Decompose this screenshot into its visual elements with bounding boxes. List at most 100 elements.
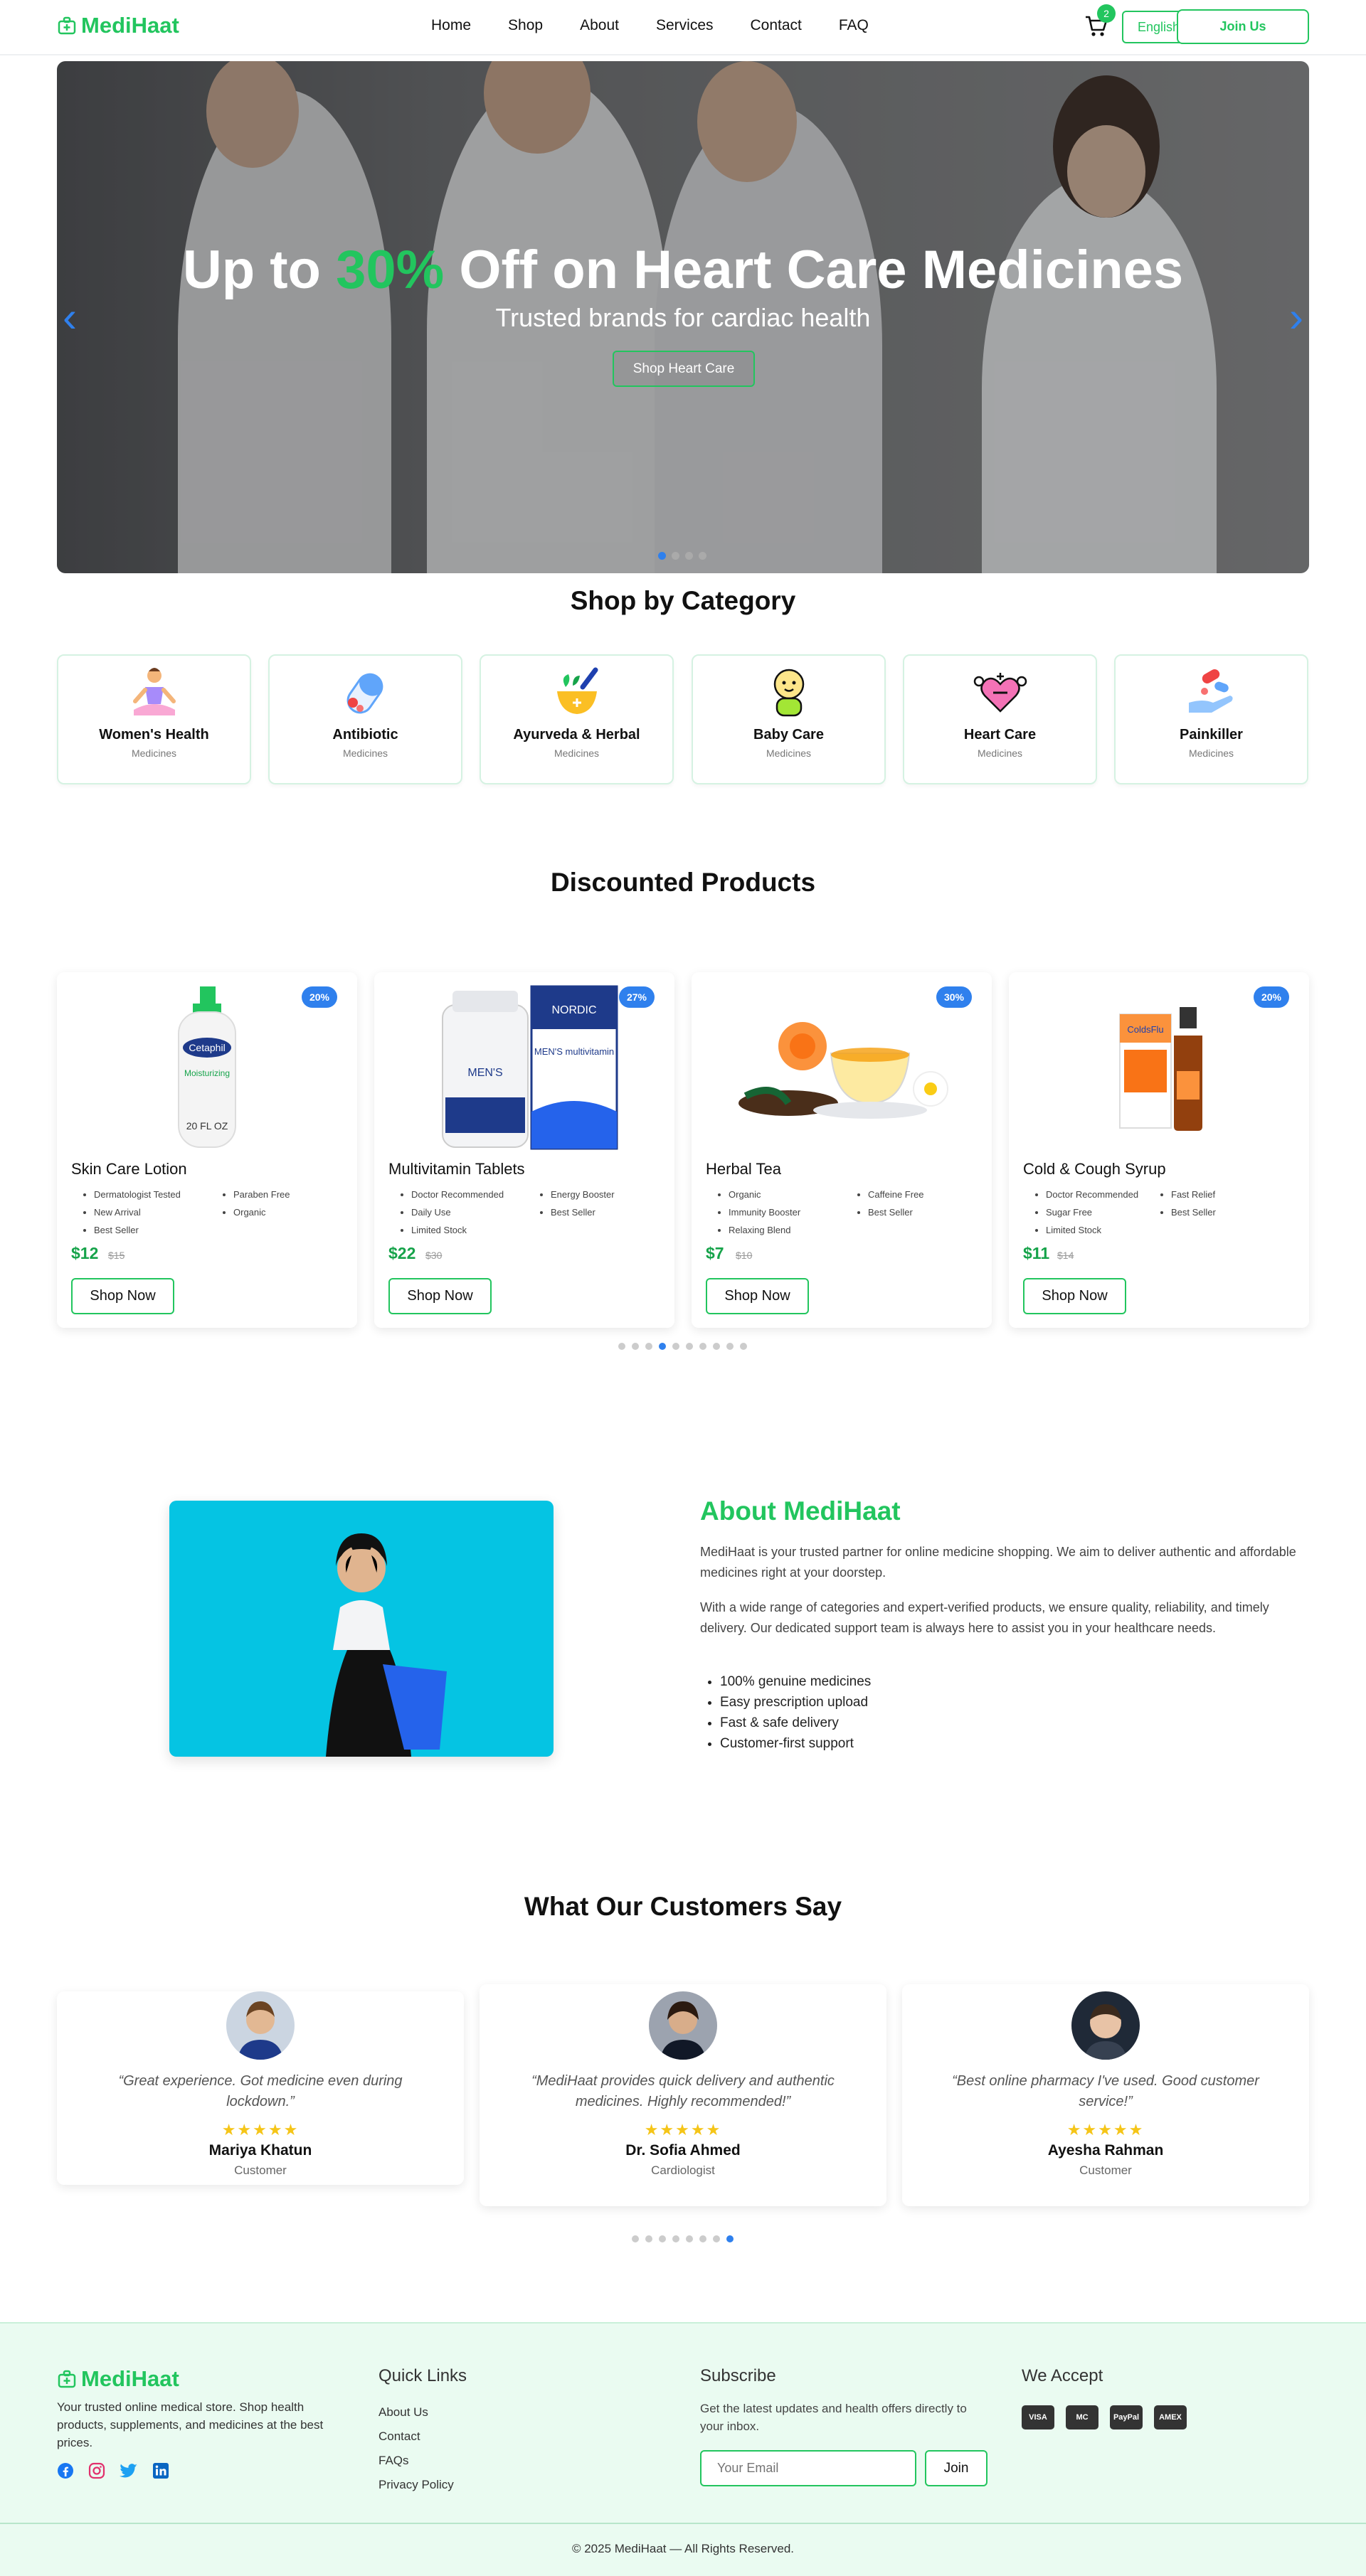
nav-services[interactable]: Services [656, 17, 714, 34]
footer-link-about[interactable]: About Us [378, 2400, 454, 2425]
hero-carousel-dots [658, 552, 706, 560]
carousel-dot[interactable] [685, 552, 693, 560]
nav-faq[interactable]: FAQ [839, 17, 869, 34]
reviewer-name: Dr. Sofia Ahmed [625, 2142, 741, 2159]
product-card: MEN'S NORDIC MEN'S multivitamin 27% Multiv… [374, 972, 674, 1328]
top-navbar: MediHaat Home Shop About Services Contac… [0, 0, 1366, 55]
nav-shop[interactable]: Shop [508, 17, 543, 34]
footer-logo[interactable]: MediHaat [57, 2366, 179, 2392]
feature: New Arrival [94, 1203, 181, 1221]
baby-icon [753, 664, 825, 721]
shop-heart-care-button[interactable]: Shop Heart Care [613, 351, 755, 387]
carousel-dot[interactable] [632, 1343, 639, 1350]
cart-button[interactable]: 2 [1084, 4, 1116, 40]
nav-home[interactable]: Home [431, 17, 471, 34]
feature: Organic [729, 1186, 800, 1203]
medical-bag-icon [58, 16, 76, 35]
brand-name: MediHaat [81, 13, 179, 38]
carousel-dot[interactable] [659, 2235, 666, 2242]
shop-now-button[interactable]: Shop Now [71, 1278, 174, 1314]
join-us-button[interactable]: Join Us [1177, 9, 1309, 44]
feature: Immunity Booster [729, 1203, 800, 1221]
nav-contact[interactable]: Contact [751, 17, 802, 34]
carousel-dot[interactable] [618, 1343, 625, 1350]
carousel-dot[interactable] [645, 2235, 652, 2242]
shop-now-button[interactable]: Shop Now [1023, 1278, 1126, 1314]
category-name: Baby Care [753, 727, 824, 743]
product-image-lotion: Cetaphil Moisturizing 20 FL OZ [71, 982, 343, 1153]
category-card-womens-health[interactable]: Women's Health Medicines [57, 654, 251, 784]
facebook-icon[interactable] [57, 2462, 74, 2479]
footer-link-contact[interactable]: Contact [378, 2425, 454, 2449]
product-price: $12 [71, 1244, 99, 1262]
hand-pill-icon [1176, 664, 1247, 721]
quick-links-list: About Us Contact FAQs Privacy Policy [378, 2400, 454, 2497]
carousel-dot[interactable] [699, 1343, 706, 1350]
product-name: Multivitamin Tablets [388, 1160, 525, 1178]
feature: Energy Booster [551, 1186, 615, 1203]
carousel-dot[interactable] [726, 2235, 734, 2242]
carousel-dot[interactable] [713, 1343, 720, 1350]
about-paragraph-2: With a wide range of categories and expe… [700, 1600, 1269, 1635]
main-menu: Home Shop About Services Contact FAQ [431, 17, 906, 34]
instagram-icon[interactable] [88, 2462, 105, 2479]
product-name: Herbal Tea [706, 1160, 781, 1178]
reviewer-name: Ayesha Rahman [1047, 2142, 1164, 2159]
discount-badge: 30% [936, 986, 972, 1008]
brand-logo[interactable]: MediHaat [57, 13, 179, 38]
linkedin-icon[interactable] [152, 2462, 169, 2479]
lotion-size: 20 FL OZ [186, 1120, 228, 1132]
carousel-dot[interactable] [686, 1343, 693, 1350]
star-rating: ★★★★★ [221, 2121, 300, 2139]
language-value: English [1138, 20, 1180, 34]
category-card-antibiotic[interactable]: Antibiotic Medicines [268, 654, 462, 784]
we-accept-title: We Accept [1022, 2366, 1103, 2385]
category-sub: Medicines [554, 747, 600, 759]
hero-next-arrow-icon[interactable]: › [1289, 292, 1303, 341]
carousel-dot[interactable] [645, 1343, 652, 1350]
carousel-dot[interactable] [672, 1343, 679, 1350]
footer-link-privacy[interactable]: Privacy Policy [378, 2473, 454, 2497]
category-card-painkiller[interactable]: Painkiller Medicines [1114, 654, 1308, 784]
carousel-dot[interactable] [713, 2235, 720, 2242]
feature: Paraben Free [233, 1186, 290, 1203]
carousel-dot[interactable] [672, 552, 679, 560]
category-card-heart-care[interactable]: Heart Care Medicines [903, 654, 1097, 784]
footer: MediHaat Your trusted online medical sto… [0, 2322, 1366, 2523]
shop-now-button[interactable]: Shop Now [706, 1278, 809, 1314]
carousel-dot[interactable] [726, 1343, 734, 1350]
feature: Sugar Free [1046, 1203, 1138, 1221]
avatar [649, 1991, 717, 2060]
product-image-cough-syrup: ColdsFlu [1023, 982, 1295, 1153]
subscribe-join-button[interactable]: Join [925, 2450, 988, 2486]
carousel-dot[interactable] [632, 2235, 639, 2242]
category-card-ayurveda-herbal[interactable]: Ayurveda & Herbal Medicines [480, 654, 674, 784]
email-input[interactable] [700, 2450, 916, 2486]
carousel-dot[interactable] [686, 2235, 693, 2242]
shop-now-button[interactable]: Shop Now [388, 1278, 492, 1314]
about-list: 100% genuine medicines Easy prescription… [720, 1671, 871, 1754]
category-card-baby-care[interactable]: Baby Care Medicines [692, 654, 886, 784]
feature-list-col2: Paraben Free Organic [222, 1186, 290, 1221]
testimonials-carousel-dots [632, 2235, 734, 2242]
hero-prev-arrow-icon[interactable]: ‹ [63, 292, 77, 341]
carousel-dot[interactable] [740, 1343, 747, 1350]
reviewer-role: Customer [234, 2163, 287, 2177]
carousel-dot[interactable] [699, 2235, 706, 2242]
footer-link-faqs[interactable]: FAQs [378, 2449, 454, 2473]
product-name: Skin Care Lotion [71, 1160, 187, 1178]
carousel-dot[interactable] [699, 552, 706, 560]
discount-badge: 27% [619, 986, 655, 1008]
footer-brand-name: MediHaat [81, 2366, 179, 2391]
nav-about[interactable]: About [580, 17, 619, 34]
product-old-price: $14 [1057, 1250, 1074, 1261]
about-image [169, 1501, 554, 1757]
feature: Best Seller [94, 1221, 181, 1239]
hero-title: Up to 30% Off on Heart Care Medicines [57, 239, 1309, 301]
carousel-dot[interactable] [658, 552, 666, 560]
carousel-dot[interactable] [672, 2235, 679, 2242]
twitter-icon[interactable] [120, 2462, 138, 2479]
testimonial-card: “Great experience. Got medicine even dur… [57, 1991, 464, 2185]
carousel-dot[interactable] [659, 1343, 666, 1350]
paypal-icon: PayPal [1110, 2405, 1143, 2429]
